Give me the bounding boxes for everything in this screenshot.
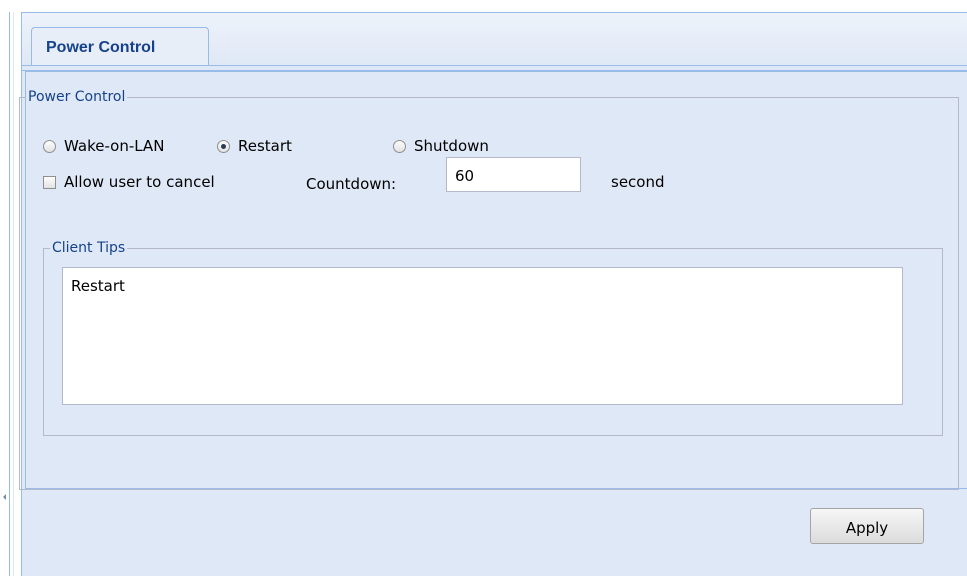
left-splitter-line	[9, 12, 10, 576]
allow-cancel-option[interactable]: Allow user to cancel	[43, 173, 215, 191]
wake-on-lan-radio[interactable]	[43, 139, 56, 153]
countdown-label-row: Countdown:	[306, 175, 396, 193]
countdown-input[interactable]: 60	[446, 157, 581, 192]
apply-button[interactable]: Apply	[810, 508, 924, 544]
allow-cancel-checkbox[interactable]	[43, 175, 56, 189]
tab-power-control[interactable]: Power Control	[31, 27, 209, 66]
client-tips-textarea[interactable]: Restart	[62, 267, 903, 405]
restart-radio[interactable]	[217, 139, 230, 153]
tab-strip-divider	[22, 65, 967, 66]
countdown-label: Countdown:	[306, 175, 397, 193]
shutdown-option[interactable]: Shutdown	[393, 137, 489, 155]
allow-cancel-label: Allow user to cancel	[64, 173, 215, 191]
shutdown-radio[interactable]	[393, 139, 406, 153]
client-tips-legend: Client Tips	[52, 240, 126, 256]
wake-on-lan-label: Wake-on-LAN	[64, 137, 165, 155]
left-splitter-highlight	[13, 12, 14, 576]
collapse-arrow-icon[interactable]	[3, 494, 6, 500]
countdown-unit-row: second	[611, 173, 665, 191]
restart-label: Restart	[238, 137, 292, 155]
restart-option[interactable]: Restart	[217, 137, 292, 155]
shutdown-label: Shutdown	[414, 137, 489, 155]
power-control-legend: Power Control	[28, 89, 126, 105]
countdown-unit-label: second	[611, 173, 665, 191]
wake-on-lan-option[interactable]: Wake-on-LAN	[43, 137, 164, 155]
